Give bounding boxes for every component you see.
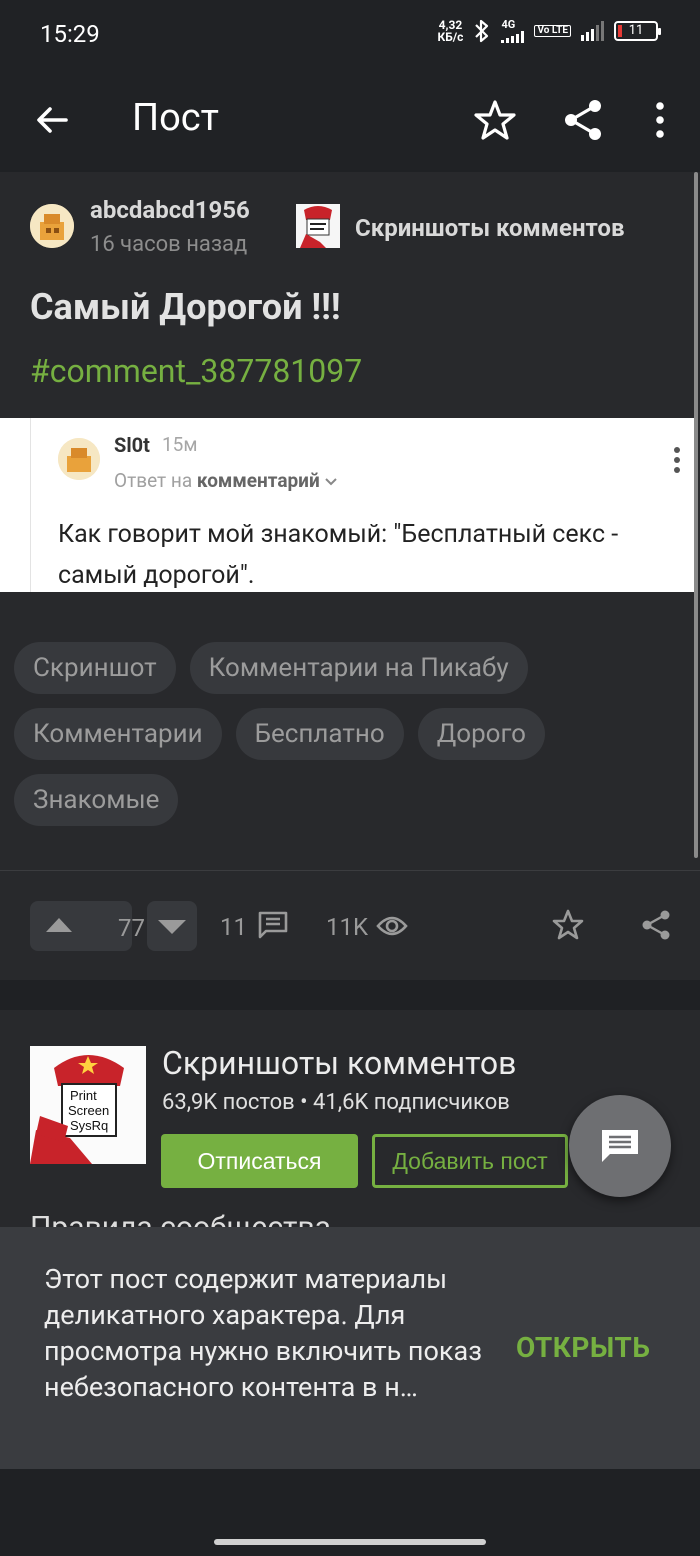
tag-list: Скриншот Комментарии на Пикабу Комментар… — [14, 642, 654, 826]
share-button[interactable] — [561, 97, 607, 143]
star-outline-icon[interactable] — [551, 908, 585, 942]
open-button[interactable]: ОТКРЫТЬ — [516, 1331, 650, 1364]
comment-screenshot[interactable]: Sl0t 15м Ответ на комментарий Как говори… — [0, 418, 694, 592]
avatar-image — [58, 438, 100, 480]
arrow-up-icon — [46, 918, 72, 932]
comment-age: 15м — [162, 433, 198, 456]
status-time: 15:29 — [40, 20, 100, 48]
home-indicator[interactable] — [214, 1539, 486, 1545]
rating-count: 77 — [118, 914, 145, 942]
community-thumbnail[interactable] — [296, 204, 340, 248]
tag-chip[interactable]: Бесплатно — [235, 708, 404, 760]
thread-line — [30, 418, 31, 592]
reply-to: Ответ на комментарий — [114, 469, 338, 492]
add-post-button[interactable]: Добавить пост — [372, 1134, 568, 1188]
tag-chip[interactable]: Дорого — [417, 708, 546, 760]
share-icon[interactable] — [639, 908, 673, 942]
community-stats: 63,9K постов • 41,6K подписчиков — [162, 1090, 510, 1115]
community-title[interactable]: Скриншоты комментов — [162, 1044, 516, 1082]
downvote-button[interactable] — [147, 901, 197, 951]
community-logo — [296, 204, 340, 248]
community-image[interactable]: Print Screen SysRq — [30, 1046, 146, 1164]
author-name[interactable]: abcdabcd1956 — [90, 196, 250, 224]
comment-icon[interactable] — [257, 910, 289, 940]
upvote-button[interactable]: 77 — [30, 901, 145, 951]
tag-chip[interactable]: Скриншот — [14, 642, 176, 694]
scrollbar-thumb[interactable] — [694, 172, 698, 858]
views-count: 11K — [326, 913, 369, 941]
back-button[interactable] — [30, 98, 74, 142]
share-icon — [565, 100, 601, 140]
author-avatar[interactable] — [30, 204, 74, 248]
page-title: Пост — [132, 96, 219, 140]
svg-text:SysRq: SysRq — [70, 1118, 108, 1133]
unsubscribe-button[interactable]: Отписаться — [161, 1134, 358, 1188]
comments-count[interactable]: 11 — [220, 913, 247, 941]
star-outline-icon — [474, 100, 516, 140]
snackbar-message: Этот пост содержит материалы деликатного… — [44, 1263, 482, 1403]
more-vertical-icon — [656, 102, 664, 138]
post-time: 16 часов назад — [90, 232, 248, 257]
battery-icon: 11 — [614, 20, 661, 41]
tag-chip[interactable]: Знакомые — [14, 774, 179, 826]
status-icons: 4,32 КБ/с 4G Vo LTE 11 — [437, 17, 661, 44]
favorite-button[interactable] — [472, 97, 518, 143]
app-bar: Пост — [0, 70, 700, 170]
arrow-down-icon — [158, 920, 186, 934]
community-link[interactable]: Скриншоты комментов — [355, 214, 625, 242]
network-speed: 4,32 КБ/с — [437, 17, 464, 44]
comment-avatar — [58, 438, 100, 480]
comment-text: Как говорит мой знакомый: "Бесплатный се… — [58, 520, 619, 590]
community-logo: Print Screen SysRq — [30, 1046, 146, 1164]
post-title: Самый Дорогой !!! — [30, 286, 341, 328]
status-bar: 15:29 4,32 КБ/с 4G Vo LTE 11 — [0, 0, 700, 70]
eye-icon — [376, 916, 408, 936]
more-vertical-icon — [674, 447, 680, 473]
avatar-image — [30, 204, 74, 248]
divider — [0, 870, 700, 871]
bluetooth-icon — [475, 19, 489, 42]
comment-icon — [602, 1130, 638, 1162]
arrow-back-icon — [37, 107, 68, 133]
tag-chip[interactable]: Комментарии на Пикабу — [189, 642, 528, 694]
post-hashtag[interactable]: #comment_387781097 — [30, 352, 362, 390]
svg-text:Print: Print — [70, 1088, 97, 1103]
volte-badge: Vo LTE — [534, 24, 571, 37]
nsfw-snackbar: Этот пост содержит материалы деликатного… — [0, 1227, 700, 1469]
more-menu-button[interactable] — [640, 97, 680, 143]
signal-4g: 4G — [501, 18, 525, 43]
svg-text:Screen: Screen — [68, 1103, 109, 1118]
chevron-down-icon — [325, 478, 338, 486]
signal-icon — [581, 20, 604, 41]
comments-fab[interactable] — [569, 1095, 671, 1197]
tag-chip[interactable]: Комментарии — [14, 708, 222, 760]
comment-username: Sl0t — [114, 433, 150, 457]
